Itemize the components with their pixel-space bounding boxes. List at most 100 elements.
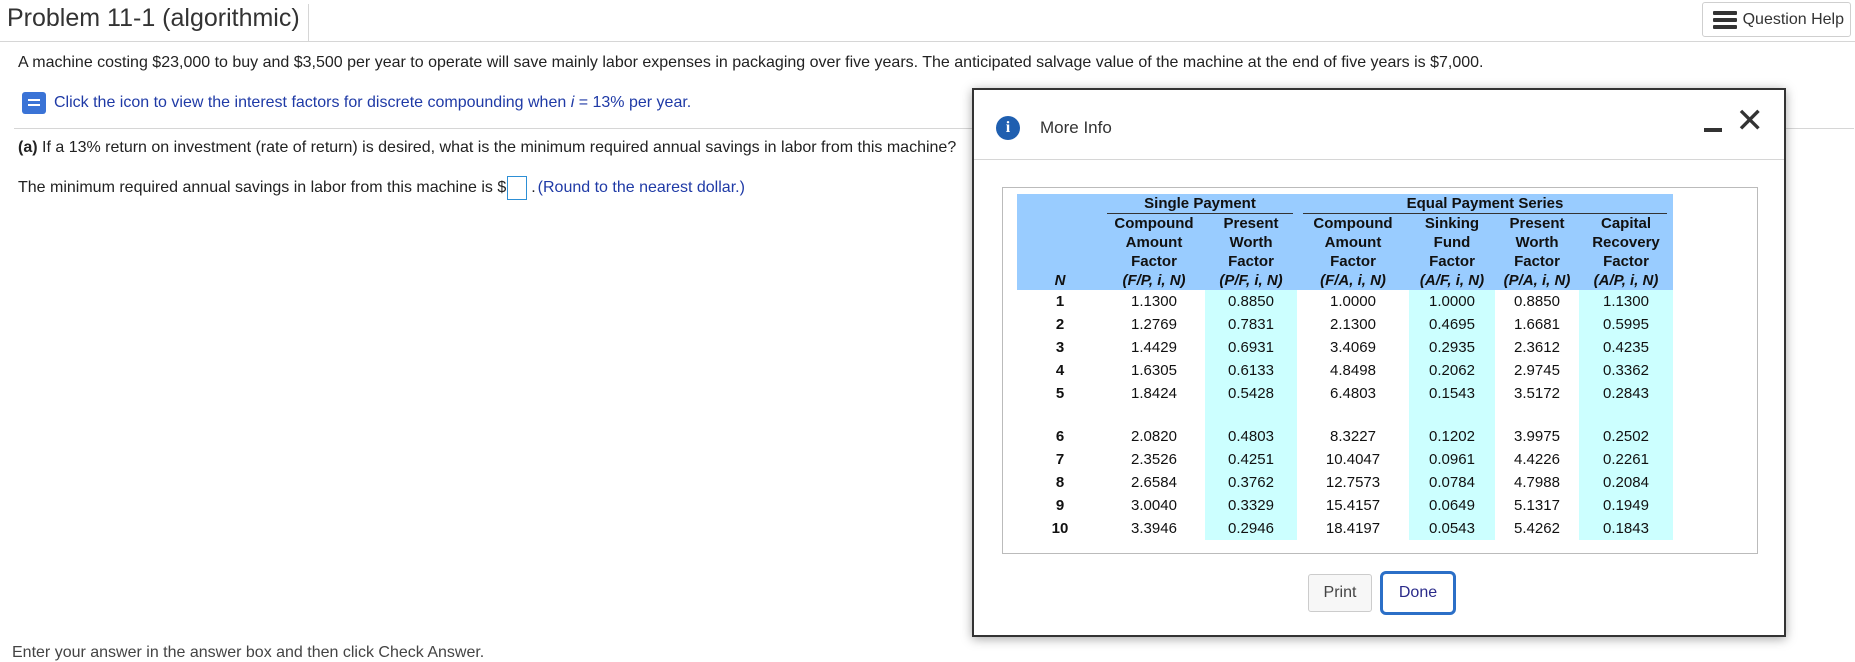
col-header: Present	[1509, 215, 1565, 232]
table-cell-n: 2	[1055, 316, 1065, 333]
table-cell: 0.2946	[1205, 517, 1297, 540]
answer-prefix: The minimum required annual savings in l…	[18, 179, 507, 196]
interest-factors-link-text[interactable]: Click the icon to view the interest fact…	[54, 94, 691, 112]
table-cell: 15.4157	[1325, 497, 1381, 514]
table-row: 7 2.3526 0.4251 10.4047 0.0961 4.4226 0.2261	[1017, 448, 1673, 471]
table-cell: 0.3762	[1205, 471, 1297, 494]
table-cell-n: 4	[1055, 362, 1065, 379]
table-cell: 0.3329	[1205, 494, 1297, 517]
dialog-header: i More Info ✕	[974, 90, 1784, 160]
interest-factors-link[interactable]: Click the icon to view the interest fact…	[22, 92, 691, 114]
table-cell: 3.3946	[1131, 520, 1177, 537]
table-cell: 0.2084	[1579, 471, 1673, 494]
table-cell: 1.8424	[1131, 385, 1177, 402]
question-help-label: Question Help	[1742, 10, 1844, 28]
table-cell: 0.1843	[1579, 517, 1673, 540]
answer-line: The minimum required annual savings in l…	[18, 176, 745, 200]
print-button[interactable]: Print	[1308, 574, 1372, 612]
table-cell: 0.1543	[1409, 382, 1495, 405]
table-cell: 0.8850	[1205, 290, 1297, 313]
table-cell: 0.2935	[1409, 336, 1495, 359]
done-button[interactable]: Done	[1380, 571, 1456, 615]
table-cell-n: 10	[1051, 520, 1069, 537]
table-cell: 0.0543	[1409, 517, 1495, 540]
table-cell: 3.5172	[1514, 385, 1560, 402]
table-cell-n: 3	[1055, 339, 1065, 356]
table-cell: 3.4069	[1330, 339, 1376, 356]
table-cell: 2.0820	[1131, 428, 1177, 445]
table-cell: 3.9975	[1514, 428, 1560, 445]
table-cell: 0.2261	[1579, 448, 1673, 471]
col-header: Sinking	[1424, 215, 1480, 232]
round-hint: (Round to the nearest dollar.)	[537, 179, 745, 196]
part-a-question: (a) If a 13% return on investment (rate …	[18, 139, 957, 156]
table-cell-n: 6	[1055, 428, 1065, 445]
problem-statement: A machine costing $23,000 to buy and $3,…	[18, 54, 1484, 71]
table-cell: 2.3526	[1131, 451, 1177, 468]
table-cell: 2.9745	[1514, 362, 1560, 379]
table-cell: 4.4226	[1514, 451, 1560, 468]
dialog-footer: Print Done	[974, 571, 1784, 635]
table-cell: 0.1949	[1579, 494, 1673, 517]
table-cell: 1.1300	[1579, 290, 1673, 313]
book-icon[interactable]	[22, 92, 46, 114]
table-cell: 1.0000	[1409, 290, 1495, 313]
list-icon	[1712, 10, 1737, 29]
table-cell: 6.4803	[1330, 385, 1376, 402]
table-cell-n: 7	[1055, 451, 1065, 468]
table-cell-n: 1	[1055, 293, 1065, 310]
table-cell: 0.8850	[1514, 293, 1560, 310]
table-gap-row	[1017, 405, 1673, 425]
minimize-icon[interactable]	[1704, 120, 1722, 138]
answer-suffix: .	[531, 179, 536, 196]
group-equal-payment: Equal Payment Series	[1303, 194, 1667, 214]
more-info-dialog: i More Info ✕ Single Payment Equal Payme…	[972, 88, 1786, 637]
answer-input[interactable]	[507, 176, 528, 200]
table-cell: 3.0040	[1131, 497, 1177, 514]
table-cell: 0.5428	[1205, 382, 1297, 405]
col-header: Compound	[1313, 215, 1393, 232]
table-cell-n: 5	[1055, 385, 1065, 402]
table-cell: 2.3612	[1514, 339, 1560, 356]
table-cell: 0.4803	[1205, 425, 1297, 448]
table-cell: 18.4197	[1325, 520, 1381, 537]
group-single-payment: Single Payment	[1107, 194, 1293, 214]
table-cell: 2.1300	[1330, 316, 1376, 333]
table-cell: 12.7573	[1325, 474, 1381, 491]
table-cell: 4.8498	[1330, 362, 1376, 379]
table-cell: 0.3362	[1579, 359, 1673, 382]
col-header: Present	[1223, 215, 1279, 232]
close-icon[interactable]: ✕	[1736, 104, 1765, 138]
table-cell: 0.6133	[1205, 359, 1297, 382]
table-row: 8 2.6584 0.3762 12.7573 0.0784 4.7988 0.2084	[1017, 471, 1673, 494]
table-cell-n: 8	[1055, 474, 1065, 491]
table-cell: 1.6681	[1514, 316, 1560, 333]
table-row: 1 1.1300 0.8850 1.0000 1.0000 0.8850 1.1300	[1017, 290, 1673, 313]
table-cell: 0.4695	[1409, 313, 1495, 336]
table-cell: 0.4251	[1205, 448, 1297, 471]
footer-hint: Enter your answer in the answer box and …	[12, 644, 485, 661]
n-header: N	[1054, 272, 1066, 289]
table-cell: 5.1317	[1514, 497, 1560, 514]
table-row: 5 1.8424 0.5428 6.4803 0.1543 3.5172 0.2843	[1017, 382, 1673, 405]
table-cell: 0.0649	[1409, 494, 1495, 517]
table-cell: 0.6931	[1205, 336, 1297, 359]
table-cell: 0.1202	[1409, 425, 1495, 448]
table-cell: 2.6584	[1131, 474, 1177, 491]
table-cell: 4.7988	[1514, 474, 1560, 491]
table-cell: 0.7831	[1205, 313, 1297, 336]
table-cell: 0.2502	[1579, 425, 1673, 448]
table-cell: 0.2843	[1579, 382, 1673, 405]
page-title: Problem 11-1 (algorithmic)	[7, 4, 309, 42]
table-cell: 8.3227	[1330, 428, 1376, 445]
dialog-title: More Info	[1040, 118, 1112, 137]
table-cell: 1.1300	[1131, 293, 1177, 310]
interest-factor-table: Single Payment Equal Payment Series Comp…	[1017, 194, 1673, 540]
interest-table-frame: Single Payment Equal Payment Series Comp…	[1002, 187, 1758, 554]
question-help-button[interactable]: Question Help	[1701, 2, 1851, 37]
table-cell: 0.4235	[1579, 336, 1673, 359]
table-cell: 1.0000	[1330, 293, 1376, 310]
col-header: Compound	[1114, 215, 1194, 232]
table-cell: 0.2062	[1409, 359, 1495, 382]
table-row: 10 3.3946 0.2946 18.4197 0.0543 5.4262 0.1843	[1017, 517, 1673, 540]
